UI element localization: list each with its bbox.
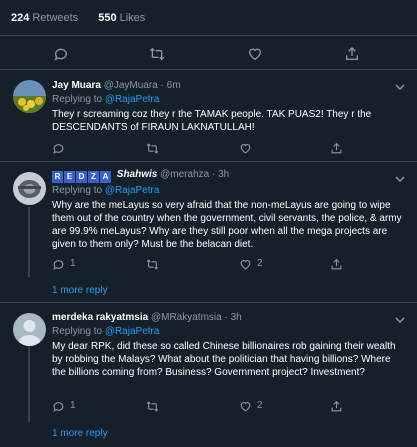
reply-tweet[interactable]: REDZA Shahwis @merahza · 3h Replying to …	[0, 162, 417, 302]
retweet-icon[interactable]	[149, 46, 165, 62]
replying-label: Replying to	[52, 185, 103, 196]
reply-header: Jay Muara @JayMuara · 6m	[52, 79, 407, 92]
replying-to-link[interactable]: @RajaPetra	[105, 185, 160, 196]
like-count: 2	[257, 400, 263, 411]
chevron-down-icon[interactable]	[395, 78, 405, 91]
heart-icon[interactable]	[239, 258, 252, 271]
chevron-down-icon[interactable]	[395, 311, 405, 324]
more-replies-link[interactable]: 1 more reply	[52, 285, 108, 296]
retweet-icon[interactable]	[146, 142, 159, 155]
reply-icon[interactable]	[52, 258, 65, 271]
like-count: 2	[257, 258, 263, 269]
tweet-text: Why are the meLayus so very afraid that …	[52, 200, 402, 250]
tweet-action-bar	[0, 36, 417, 70]
reply-tweet[interactable]: merdeka rakyatmsia @MRakyatmsia · 3h Rep…	[0, 303, 417, 447]
thread-line	[28, 207, 30, 277]
reply-count: 1	[70, 400, 76, 411]
retweets-count[interactable]: 224	[11, 12, 29, 24]
retweet-icon[interactable]	[146, 400, 159, 413]
replying-to: Replying to @RajaPetra	[52, 94, 407, 106]
heart-icon[interactable]	[247, 46, 263, 62]
tweet-text: My dear RPK, did these so called Chinese…	[52, 341, 396, 378]
replying-label: Replying to	[52, 326, 103, 337]
handle[interactable]: @JayMuara	[104, 80, 158, 91]
heart-icon[interactable]	[239, 142, 252, 155]
share-icon[interactable]	[330, 400, 343, 413]
reply-count: 1	[70, 258, 76, 269]
replying-to-link[interactable]: @RajaPetra	[105, 326, 160, 337]
avatar[interactable]	[13, 172, 46, 205]
display-name[interactable]: Shahwis	[117, 169, 158, 180]
retweets-label[interactable]: Retweets	[32, 12, 78, 24]
reply-header: merdeka rakyatmsia @MRakyatmsia · 3h	[52, 311, 407, 324]
replying-label: Replying to	[52, 94, 103, 105]
handle[interactable]: @merahza	[160, 169, 209, 180]
retweet-icon[interactable]	[146, 258, 159, 271]
display-name[interactable]: merdeka rakyatmsia	[52, 312, 148, 323]
share-icon[interactable]	[330, 258, 343, 271]
likes-count[interactable]: 550	[98, 12, 116, 24]
more-replies-link[interactable]: 1 more reply	[52, 428, 108, 439]
display-name[interactable]: Jay Muara	[52, 80, 101, 91]
share-icon[interactable]	[330, 142, 343, 155]
tweet-text: They r screaming coz they r the TAMAK pe…	[52, 109, 372, 133]
tweet-stats: 224 Retweets 550 Likes	[0, 0, 417, 36]
reply-icon[interactable]	[53, 46, 69, 62]
timestamp[interactable]: · 6m	[161, 80, 181, 91]
timestamp[interactable]: · 3h	[224, 312, 241, 323]
reply-icon[interactable]	[52, 142, 65, 155]
replying-to: Replying to @RajaPetra	[52, 326, 407, 338]
handle[interactable]: @MRakyatmsia	[151, 312, 222, 323]
reply-tweet[interactable]: Jay Muara @JayMuara · 6m Replying to @Ra…	[0, 70, 417, 162]
thread-line	[28, 346, 30, 422]
avatar[interactable]	[13, 313, 46, 346]
share-icon[interactable]	[344, 46, 360, 62]
heart-icon[interactable]	[239, 400, 252, 413]
replying-to: Replying to @RajaPetra	[52, 185, 407, 197]
reply-header: REDZA Shahwis @merahza · 3h	[52, 168, 407, 183]
timestamp[interactable]: · 3h	[212, 169, 229, 180]
name-badge: REDZA	[52, 171, 111, 183]
replying-to-link[interactable]: @RajaPetra	[105, 94, 160, 105]
likes-label[interactable]: Likes	[120, 12, 146, 24]
chevron-down-icon[interactable]	[395, 170, 405, 183]
avatar[interactable]	[13, 80, 46, 113]
reply-icon[interactable]	[52, 400, 65, 413]
